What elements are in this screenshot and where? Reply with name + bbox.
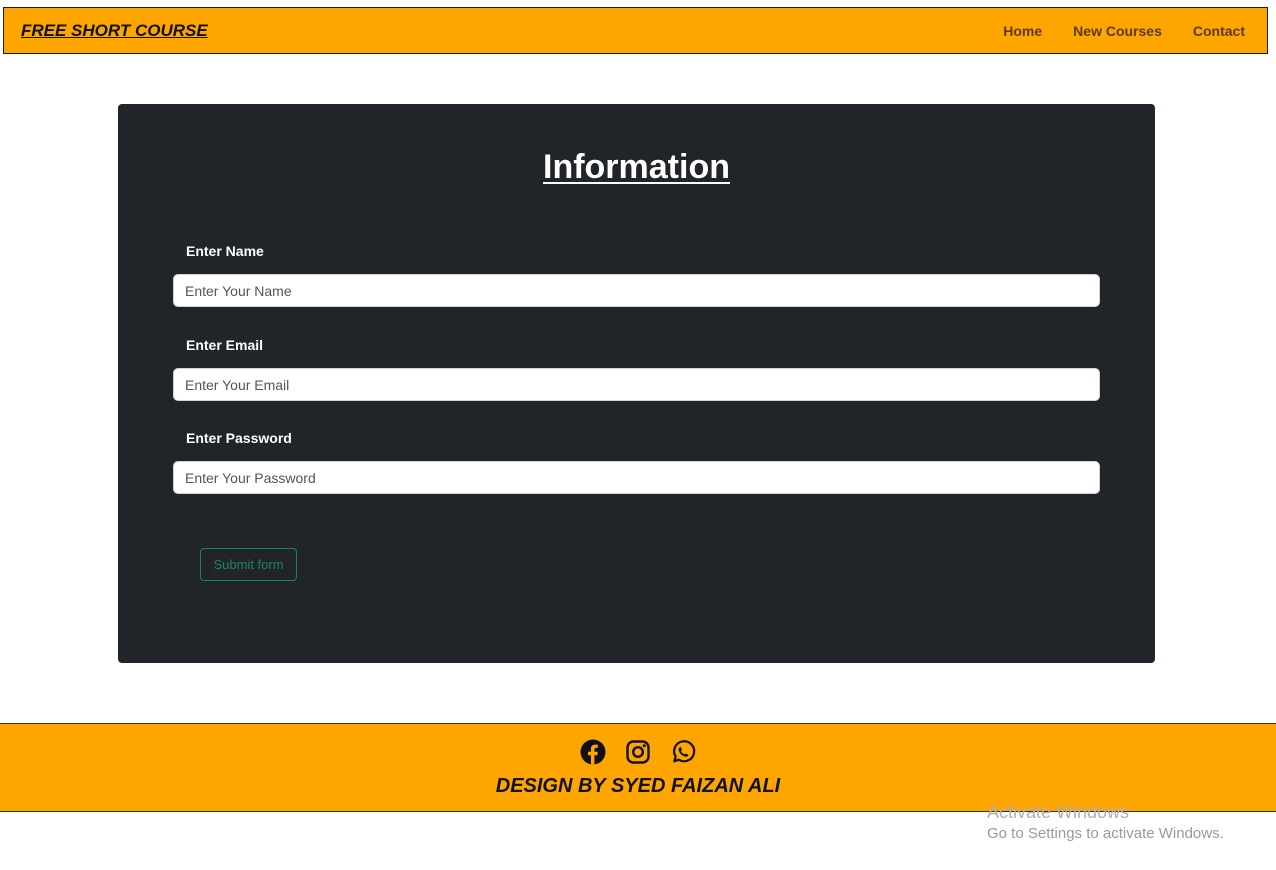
- name-label: Enter Name: [186, 243, 264, 259]
- password-input[interactable]: [173, 461, 1100, 494]
- footer-credit: DESIGN BY SYED FAIZAN ALI: [495, 775, 781, 797]
- instagram-icon[interactable]: [625, 739, 651, 765]
- watermark-subtitle: Go to Settings to activate Windows.: [987, 825, 1224, 842]
- whatsapp-icon[interactable]: [670, 739, 696, 765]
- nav-link-new-courses[interactable]: New Courses: [1073, 23, 1162, 39]
- submit-form-button[interactable]: Submit form: [200, 548, 297, 581]
- email-input[interactable]: [173, 368, 1100, 401]
- nav-links: Home New Courses Contact: [1003, 23, 1245, 39]
- facebook-icon[interactable]: [580, 739, 606, 765]
- footer: DESIGN BY SYED FAIZAN ALI: [0, 723, 1276, 812]
- nav-link-contact[interactable]: Contact: [1193, 23, 1245, 39]
- brand-logo[interactable]: FREE SHORT COURSE: [21, 21, 208, 41]
- form-title: Information: [543, 148, 730, 186]
- nav-link-home[interactable]: Home: [1003, 23, 1042, 39]
- navbar: FREE SHORT COURSE Home New Courses Conta…: [3, 7, 1268, 54]
- password-label: Enter Password: [186, 430, 292, 446]
- activate-windows-watermark: Activate Windows Go to Settings to activ…: [987, 801, 1224, 845]
- information-form-card: Information Enter Name Enter Email Enter…: [118, 104, 1155, 663]
- email-label: Enter Email: [186, 337, 264, 353]
- name-input[interactable]: [173, 274, 1100, 307]
- watermark-title: Activate Windows: [987, 802, 1130, 822]
- social-links: [0, 739, 1276, 765]
